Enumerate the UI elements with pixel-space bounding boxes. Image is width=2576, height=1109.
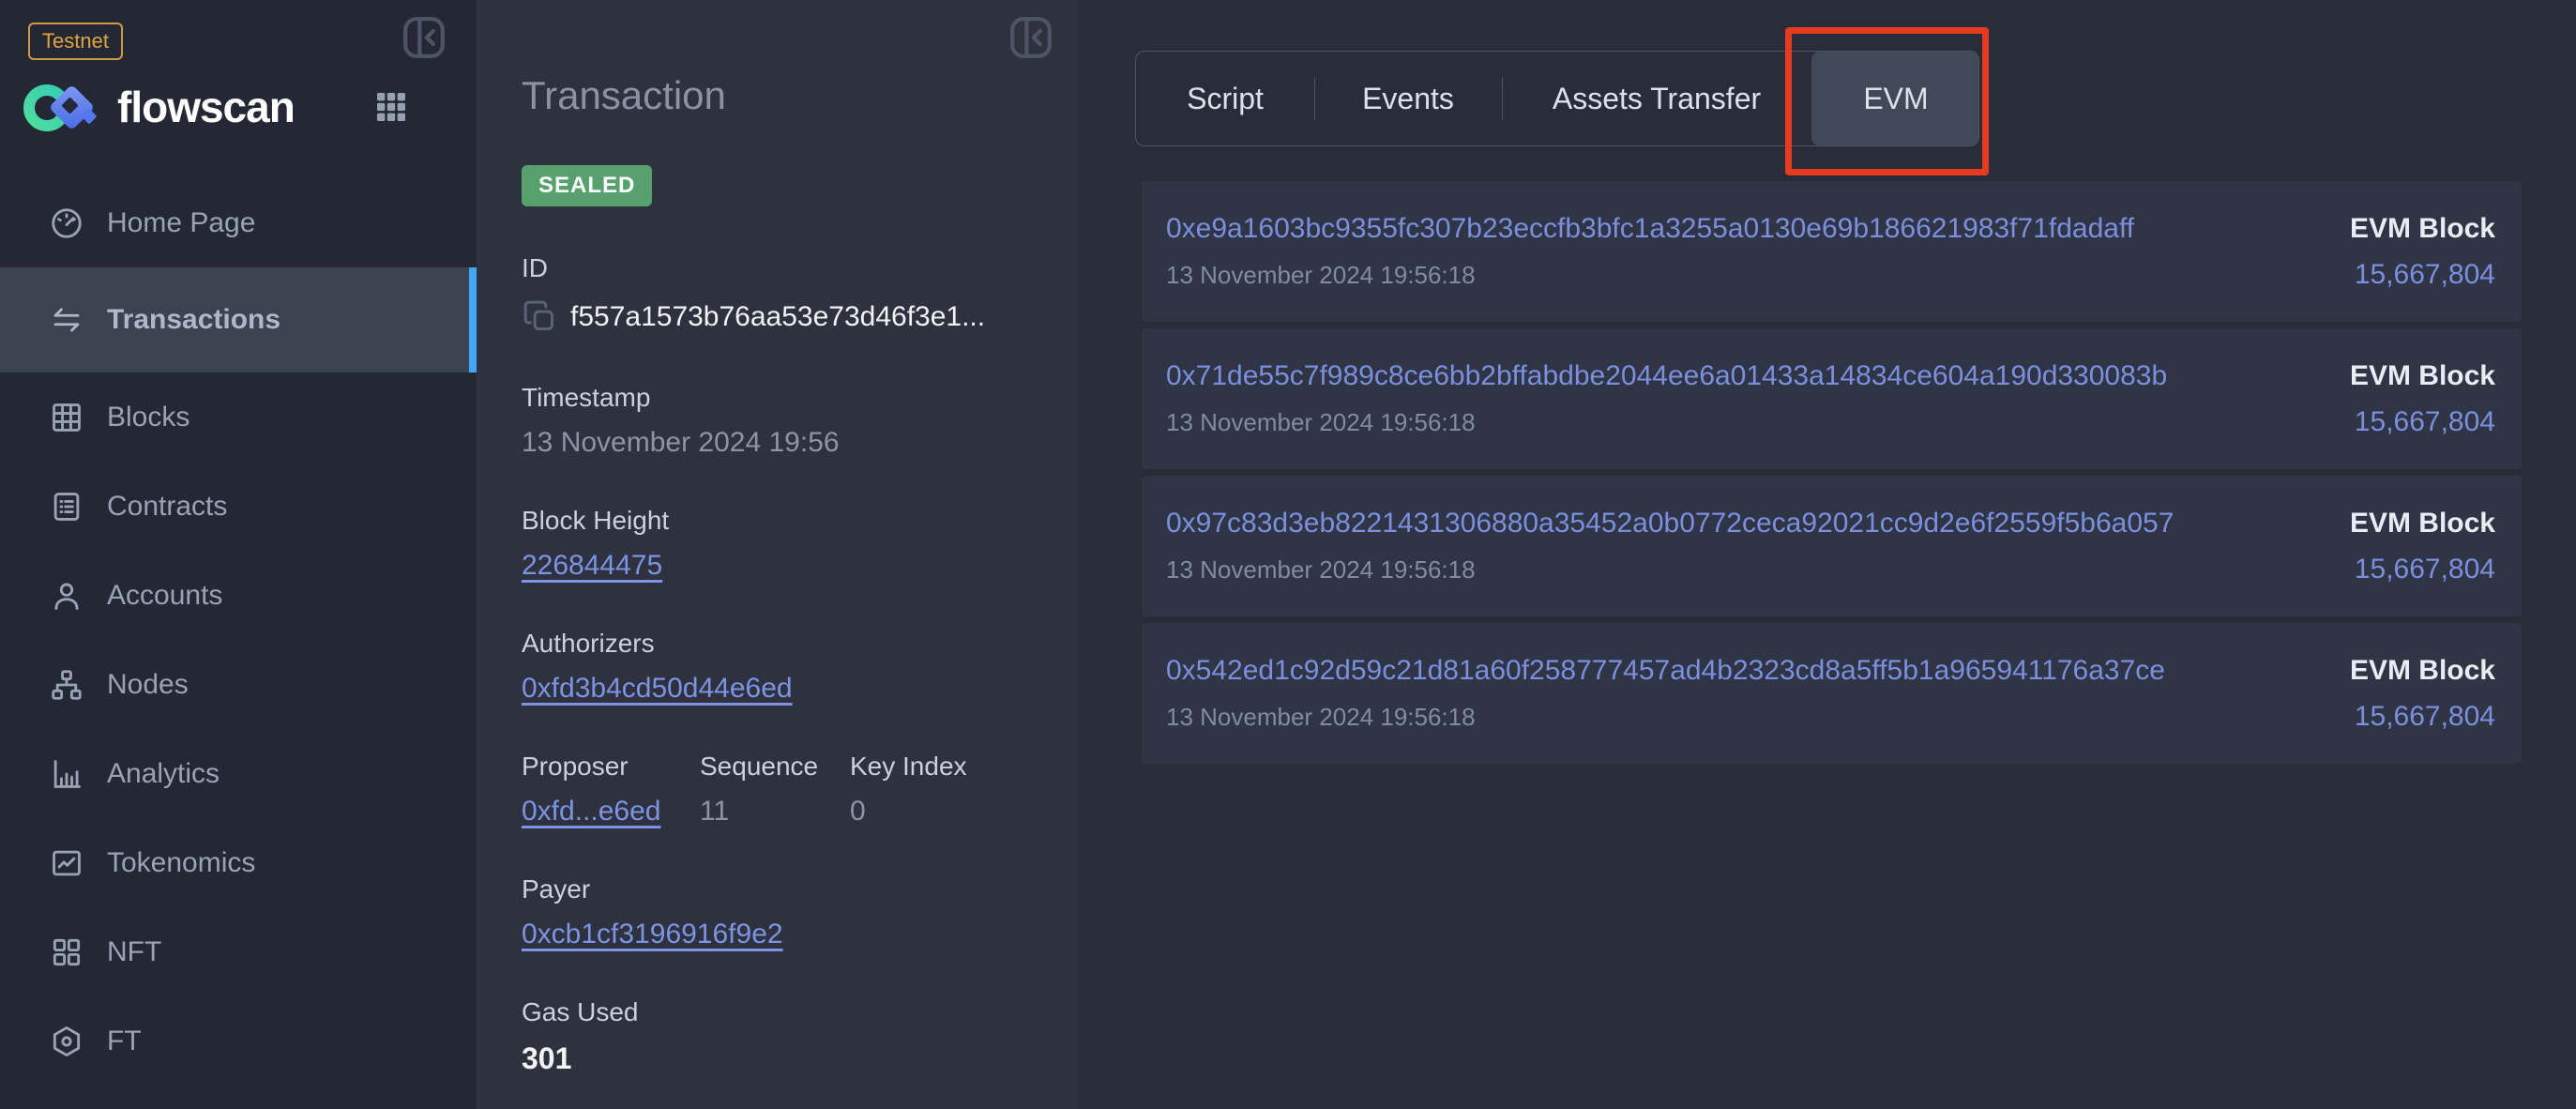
sidebar-item-label: Nodes [107, 669, 189, 701]
sidebar-item-nft[interactable]: NFT [0, 907, 477, 996]
tab-script[interactable]: Script [1136, 52, 1314, 145]
page-title: Transaction [522, 73, 1040, 118]
apps-grid-icon[interactable] [372, 88, 410, 126]
sequence-label: Sequence [700, 752, 850, 782]
sidebar-item-contracts[interactable]: Contracts [0, 462, 477, 551]
table-row[interactable]: 0x71de55c7f989c8ce6bb2bffabdbe2044ee6a01… [1142, 328, 2522, 469]
sidebar: Testnet flowscan [0, 0, 477, 1109]
sequence-value: 11 [700, 796, 850, 828]
evm-block-label: EVM Block [2350, 508, 2495, 539]
evm-block-number-link[interactable]: 15,667,804 [2355, 701, 2495, 733]
sidebar-item-analytics[interactable]: Analytics [0, 729, 477, 818]
tab-bar: Script Events Assets Transfer EVM [1135, 51, 1979, 146]
bar-chart-icon [49, 756, 84, 792]
timestamp-label: Timestamp [522, 383, 1040, 413]
four-squares-icon [49, 934, 84, 970]
brand-name[interactable]: flowscan [117, 82, 295, 132]
block-height-label: Block Height [522, 506, 1040, 536]
evm-transaction-list: 0xe9a1603bc9355fc307b23eccfb3bfc1a3255a0… [1142, 181, 2522, 770]
evm-tx-timestamp: 13 November 2024 19:56:18 [1166, 555, 2174, 585]
status-badge: SEALED [522, 165, 652, 206]
sidebar-item-label: Tokenomics [107, 847, 255, 879]
line-chart-icon [49, 845, 84, 881]
table-row[interactable]: 0xe9a1603bc9355fc307b23eccfb3bfc1a3255a0… [1142, 181, 2522, 322]
evm-tx-hash-link[interactable]: 0xe9a1603bc9355fc307b23eccfb3bfc1a3255a0… [1166, 213, 2134, 245]
tab-divider [1314, 77, 1315, 120]
sidebar-item-label: Transactions [107, 304, 280, 336]
sidebar-nav: Home Page Transactions Blocks [0, 178, 477, 1086]
payer-label: Payer [522, 874, 1040, 904]
tab-assets-transfer[interactable]: Assets Transfer [1502, 52, 1811, 145]
evm-block-label: EVM Block [2350, 655, 2495, 687]
table-row[interactable]: 0x97c83d3eb8221431306880a35452a0b0772cec… [1142, 476, 2522, 616]
payer-address-link[interactable]: 0xcb1cf3196916f9e2 [522, 919, 783, 949]
evm-tx-timestamp: 13 November 2024 19:56:18 [1166, 703, 2165, 732]
evm-tx-hash-link[interactable]: 0x542ed1c92d59c21d81a60f258777457ad4b232… [1166, 655, 2165, 687]
sidebar-item-label: NFT [107, 936, 161, 968]
gas-used-label: Gas Used [522, 997, 1040, 1027]
table-row[interactable]: 0x542ed1c92d59c21d81a60f258777457ad4b232… [1142, 623, 2522, 764]
sidebar-item-tokenomics[interactable]: Tokenomics [0, 818, 477, 907]
tab-evm[interactable]: EVM [1811, 52, 1979, 145]
collapse-panel-icon[interactable] [1005, 11, 1057, 64]
copy-icon[interactable] [522, 298, 559, 336]
grid-table-icon [49, 400, 84, 435]
authorizers-label: Authorizers [522, 629, 1040, 659]
authorizer-address-link[interactable]: 0xfd3b4cd50d44e6ed [522, 673, 793, 704]
evm-block-number-link[interactable]: 15,667,804 [2355, 259, 2495, 291]
sidebar-item-label: Contracts [107, 491, 227, 523]
collapse-sidebar-icon[interactable] [398, 11, 450, 64]
evm-tx-hash-link[interactable]: 0x97c83d3eb8221431306880a35452a0b0772cec… [1166, 508, 2174, 539]
contract-document-icon [49, 489, 84, 524]
main-content: Script Events Assets Transfer EVM 0xe9a1… [1078, 0, 2576, 1109]
sidebar-item-label: Home Page [107, 207, 255, 239]
transfer-arrows-icon [49, 302, 84, 338]
sidebar-item-label: Blocks [107, 402, 189, 433]
tab-divider [1502, 77, 1503, 120]
evm-block-number-link[interactable]: 15,667,804 [2355, 406, 2495, 438]
proposer-label: Proposer [522, 752, 700, 782]
transaction-id-value: f557a1573b76aa53e73d46f3e1... [570, 301, 985, 333]
sidebar-item-blocks[interactable]: Blocks [0, 372, 477, 462]
evm-block-label: EVM Block [2350, 213, 2495, 245]
sidebar-item-transactions[interactable]: Transactions [0, 267, 477, 372]
evm-tx-timestamp: 13 November 2024 19:56:18 [1166, 261, 2134, 290]
key-index-label: Key Index [850, 752, 967, 782]
sidebar-item-label: Analytics [107, 758, 220, 790]
sidebar-item-nodes[interactable]: Nodes [0, 640, 477, 729]
evm-tx-hash-link[interactable]: 0x71de55c7f989c8ce6bb2bffabdbe2044ee6a01… [1166, 360, 2167, 392]
active-item-indicator [469, 267, 477, 372]
evm-tx-timestamp: 13 November 2024 19:56:18 [1166, 408, 2167, 437]
flowscan-logo[interactable] [23, 77, 100, 137]
evm-block-number-link[interactable]: 15,667,804 [2355, 554, 2495, 585]
gas-used-value: 301 [522, 1041, 1040, 1076]
proposer-address-link[interactable]: 0xfd...e6ed [522, 796, 660, 827]
block-height-link[interactable]: 226844475 [522, 550, 662, 581]
sidebar-item-label: Accounts [107, 580, 222, 612]
speedometer-icon [49, 205, 84, 241]
tab-events[interactable]: Events [1314, 52, 1502, 145]
cube-icon [49, 1024, 84, 1059]
sidebar-item-home-page[interactable]: Home Page [0, 178, 477, 267]
sidebar-item-ft[interactable]: FT [0, 996, 477, 1086]
sidebar-item-accounts[interactable]: Accounts [0, 551, 477, 640]
timestamp-value: 13 November 2024 19:56 [522, 427, 1040, 459]
person-icon [49, 578, 84, 614]
evm-block-label: EVM Block [2350, 360, 2495, 392]
key-index-value: 0 [850, 796, 967, 828]
sidebar-item-label: FT [107, 1025, 142, 1057]
nodes-hierarchy-icon [49, 667, 84, 703]
id-label: ID [522, 253, 1040, 283]
transaction-detail-panel: Transaction SEALED ID f557a1573b76aa53e7… [477, 0, 1078, 1109]
network-badge: Testnet [28, 23, 123, 60]
